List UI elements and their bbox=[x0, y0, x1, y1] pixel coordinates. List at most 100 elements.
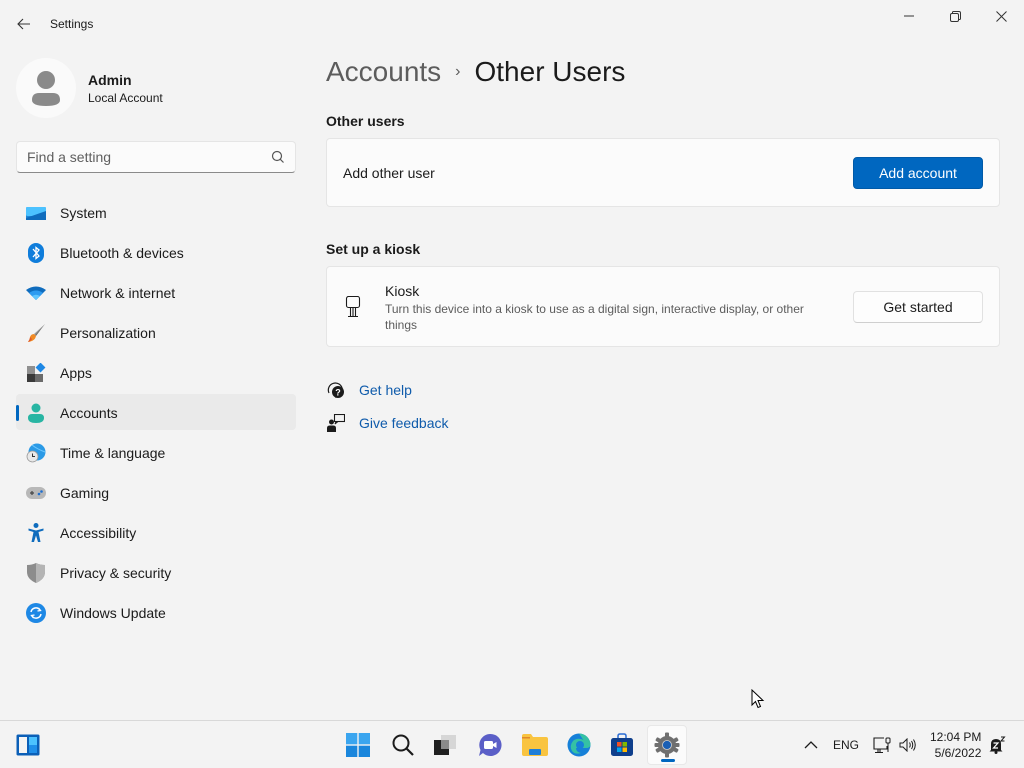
give-feedback-link[interactable]: Give feedback bbox=[326, 413, 449, 433]
language-indicator[interactable]: ENG bbox=[833, 738, 859, 752]
sidebar-item-label: Gaming bbox=[60, 485, 110, 501]
title-bar: Settings bbox=[0, 0, 1024, 48]
search-input[interactable] bbox=[27, 148, 267, 166]
taskbar-start-button[interactable] bbox=[338, 725, 378, 765]
taskbar-store-button[interactable] bbox=[602, 725, 642, 765]
minimize-button[interactable] bbox=[886, 0, 932, 32]
taskbar-settings-button[interactable] bbox=[647, 725, 687, 765]
app-title: Settings bbox=[50, 17, 94, 31]
taskbar-search-button[interactable] bbox=[383, 725, 423, 765]
breadcrumb-accounts[interactable]: Accounts bbox=[326, 56, 441, 88]
apps-icon bbox=[26, 363, 46, 383]
sidebar-item-label: Bluetooth & devices bbox=[60, 245, 184, 261]
widgets-icon bbox=[16, 734, 40, 756]
get-help-link[interactable]: ? Get help bbox=[326, 380, 412, 400]
speaker-icon bbox=[899, 738, 916, 752]
sidebar-item-system[interactable]: System bbox=[16, 194, 296, 230]
chat-icon bbox=[479, 733, 502, 756]
back-button[interactable] bbox=[12, 12, 36, 36]
kiosk-card: Kiosk Turn this device into a kiosk to u… bbox=[326, 266, 1000, 347]
system-icon bbox=[26, 203, 46, 223]
clock-globe-icon bbox=[26, 443, 46, 463]
sidebar-item-apps[interactable]: Apps bbox=[16, 354, 296, 390]
account-type: Local Account bbox=[88, 91, 163, 105]
back-arrow-icon bbox=[17, 18, 30, 30]
sidebar-item-privacy[interactable]: Privacy & security bbox=[16, 554, 296, 590]
close-icon bbox=[995, 10, 1007, 22]
other-users-heading: Other users bbox=[326, 113, 405, 129]
sidebar-item-network[interactable]: Network & internet bbox=[16, 274, 296, 310]
help-icon: ? bbox=[326, 380, 346, 400]
gamepad-icon bbox=[26, 483, 46, 503]
brush-icon bbox=[26, 323, 46, 343]
close-button[interactable] bbox=[978, 0, 1024, 32]
taskbar: ENG 12:04 PM 5/6/2022 bbox=[0, 720, 1024, 768]
kiosk-icon bbox=[345, 296, 361, 318]
give-feedback-label[interactable]: Give feedback bbox=[359, 415, 449, 431]
sidebar-item-gaming[interactable]: Gaming bbox=[16, 474, 296, 510]
sidebar-item-label: Apps bbox=[60, 365, 92, 381]
widgets-button[interactable] bbox=[8, 725, 48, 765]
notifications-button[interactable] bbox=[980, 725, 1014, 765]
sidebar-item-label: Personalization bbox=[60, 325, 156, 341]
kiosk-heading: Set up a kiosk bbox=[326, 241, 421, 257]
task-view-icon bbox=[434, 735, 456, 755]
sidebar-item-accessibility[interactable]: Accessibility bbox=[16, 514, 296, 550]
sidebar-item-label: System bbox=[60, 205, 107, 221]
taskbar-chat-button[interactable] bbox=[470, 725, 510, 765]
sidebar-item-label: Privacy & security bbox=[60, 565, 172, 581]
add-other-user-label: Add other user bbox=[343, 165, 435, 181]
get-started-button[interactable]: Get started bbox=[853, 291, 983, 323]
clock[interactable]: 12:04 PM 5/6/2022 bbox=[930, 729, 981, 761]
avatar[interactable] bbox=[16, 58, 76, 118]
search-icon bbox=[392, 734, 414, 756]
wifi-icon bbox=[26, 283, 46, 303]
person-icon bbox=[26, 403, 46, 423]
add-account-button[interactable]: Add account bbox=[853, 157, 983, 189]
taskbar-edge-button[interactable] bbox=[559, 725, 599, 765]
update-icon bbox=[26, 603, 46, 623]
sidebar-item-label: Accessibility bbox=[60, 525, 137, 541]
accessibility-icon bbox=[26, 523, 46, 543]
feedback-icon bbox=[326, 413, 346, 433]
sidebar-item-bluetooth[interactable]: Bluetooth & devices bbox=[16, 234, 296, 270]
minimize-icon bbox=[904, 15, 914, 17]
chevron-up-icon bbox=[804, 741, 818, 749]
user-name: Admin bbox=[88, 72, 132, 88]
gear-icon bbox=[654, 732, 680, 758]
svg-text:?: ? bbox=[335, 388, 341, 398]
sidebar-item-windows-update[interactable]: Windows Update bbox=[16, 594, 296, 630]
sidebar-item-label: Network & internet bbox=[60, 285, 176, 301]
person-placeholder-icon bbox=[32, 71, 60, 106]
mouse-cursor-icon bbox=[751, 689, 765, 709]
add-other-user-card: Add other user Add account bbox=[326, 138, 1000, 207]
page-title: Other Users bbox=[474, 56, 626, 87]
sidebar-item-personalization[interactable]: Personalization bbox=[16, 314, 296, 350]
search-icon[interactable] bbox=[271, 150, 285, 164]
clock-time: 12:04 PM bbox=[930, 730, 982, 744]
volume-button[interactable] bbox=[888, 725, 928, 765]
shield-icon bbox=[26, 563, 46, 583]
sidebar-item-label: Time & language bbox=[60, 445, 166, 461]
show-hidden-icons-button[interactable] bbox=[791, 725, 831, 765]
edge-icon bbox=[567, 733, 591, 757]
folder-icon bbox=[522, 734, 548, 756]
bluetooth-icon bbox=[26, 243, 46, 263]
store-icon bbox=[611, 733, 633, 756]
search-box[interactable] bbox=[16, 141, 296, 173]
clock-date: 5/6/2022 bbox=[934, 746, 982, 760]
taskbar-task-view-button[interactable] bbox=[425, 725, 465, 765]
taskbar-file-explorer-button[interactable] bbox=[515, 725, 555, 765]
sidebar-item-accounts[interactable]: Accounts bbox=[16, 394, 296, 430]
maximize-button[interactable] bbox=[932, 0, 978, 32]
sidebar-item-label: Accounts bbox=[60, 405, 118, 421]
kiosk-description: Turn this device into a kiosk to use as … bbox=[385, 302, 804, 332]
notification-bell-snooze-icon bbox=[989, 736, 1006, 754]
breadcrumb-separator: › bbox=[455, 63, 461, 80]
get-help-label[interactable]: Get help bbox=[359, 382, 412, 398]
sidebar-item-label: Windows Update bbox=[60, 605, 166, 621]
sidebar-item-time-language[interactable]: Time & language bbox=[16, 434, 296, 470]
sidebar-nav: System Bluetooth & devices Network & int… bbox=[16, 194, 296, 634]
breadcrumb: Accounts › Other Users bbox=[326, 56, 625, 88]
windows-logo-icon bbox=[346, 733, 370, 757]
